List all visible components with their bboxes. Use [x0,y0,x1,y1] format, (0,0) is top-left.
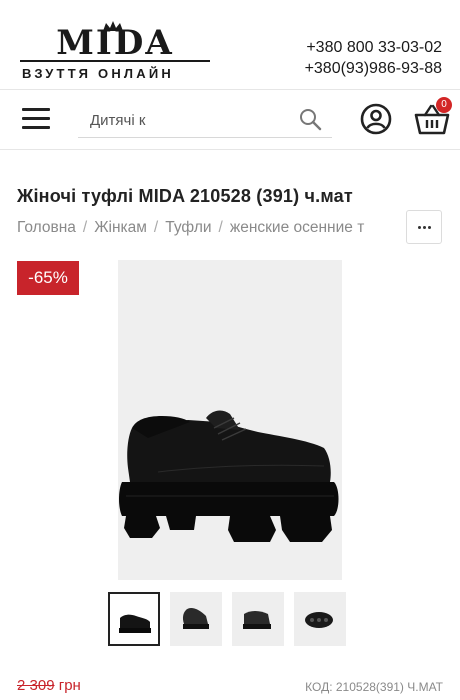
product-sku: КОД: 210528(391) Ч.МАТ [305,680,443,694]
logo-wordmark: MIDA [56,23,174,63]
hamburger-menu-icon[interactable] [22,108,50,130]
phone-number-2[interactable]: +380(93)986-93-88 [305,58,442,79]
breadcrumb-category[interactable]: женские осенние т [230,219,364,236]
breadcrumb-separator: / [153,219,159,236]
old-price-value: 2 309 [17,677,55,694]
thumbnail-gallery [108,592,348,648]
search-input[interactable] [78,106,288,134]
product-title: Жіночі туфлі MIDA 210528 (391) ч.мат [17,186,353,206]
user-circle-icon[interactable] [360,103,392,135]
thumbnail-sole-view[interactable] [294,592,346,646]
contact-phones: +380 800 33-03-02 +380(93)986-93-88 [305,37,442,79]
cart-button[interactable]: 0 [414,97,452,136]
mida-logo[interactable]: MIDA ВЗУТТЯ ОНЛАЙН [20,21,210,82]
site-header: MIDA ВЗУТТЯ ОНЛАЙН +380 800 33-03-02 +38… [0,0,460,90]
more-options-button[interactable] [406,210,442,244]
breadcrumb-women[interactable]: Жінкам [94,219,147,236]
thumbnail-front-angle-view[interactable] [232,592,284,646]
cart-count-badge: 0 [436,97,452,113]
product-main-image[interactable] [118,260,342,580]
thumbnail-angle-view[interactable] [170,592,222,646]
logo-divider [20,60,210,62]
breadcrumb: Головна / Жінкам / Туфли / женские осенние т [17,219,402,239]
old-price: 2 309 грн [17,677,81,694]
breadcrumb-separator: / [82,219,88,236]
thumbnail-side-view[interactable] [108,592,160,646]
shoe-image [119,410,339,542]
search-box [78,102,332,138]
phone-number-1[interactable]: +380 800 33-03-02 [305,37,442,58]
sku-value: 210528(391) Ч.МАТ [335,680,443,694]
breadcrumb-home[interactable]: Головна [17,219,76,236]
sku-label: КОД: [305,680,333,694]
currency-label: грн [58,677,81,694]
breadcrumb-separator: / [218,219,223,236]
logo-tagline: ВЗУТТЯ ОНЛАЙН [22,66,174,81]
discount-badge: -65% [17,261,79,295]
search-icon[interactable] [298,107,322,131]
breadcrumb-shoes[interactable]: Туфли [165,219,211,236]
